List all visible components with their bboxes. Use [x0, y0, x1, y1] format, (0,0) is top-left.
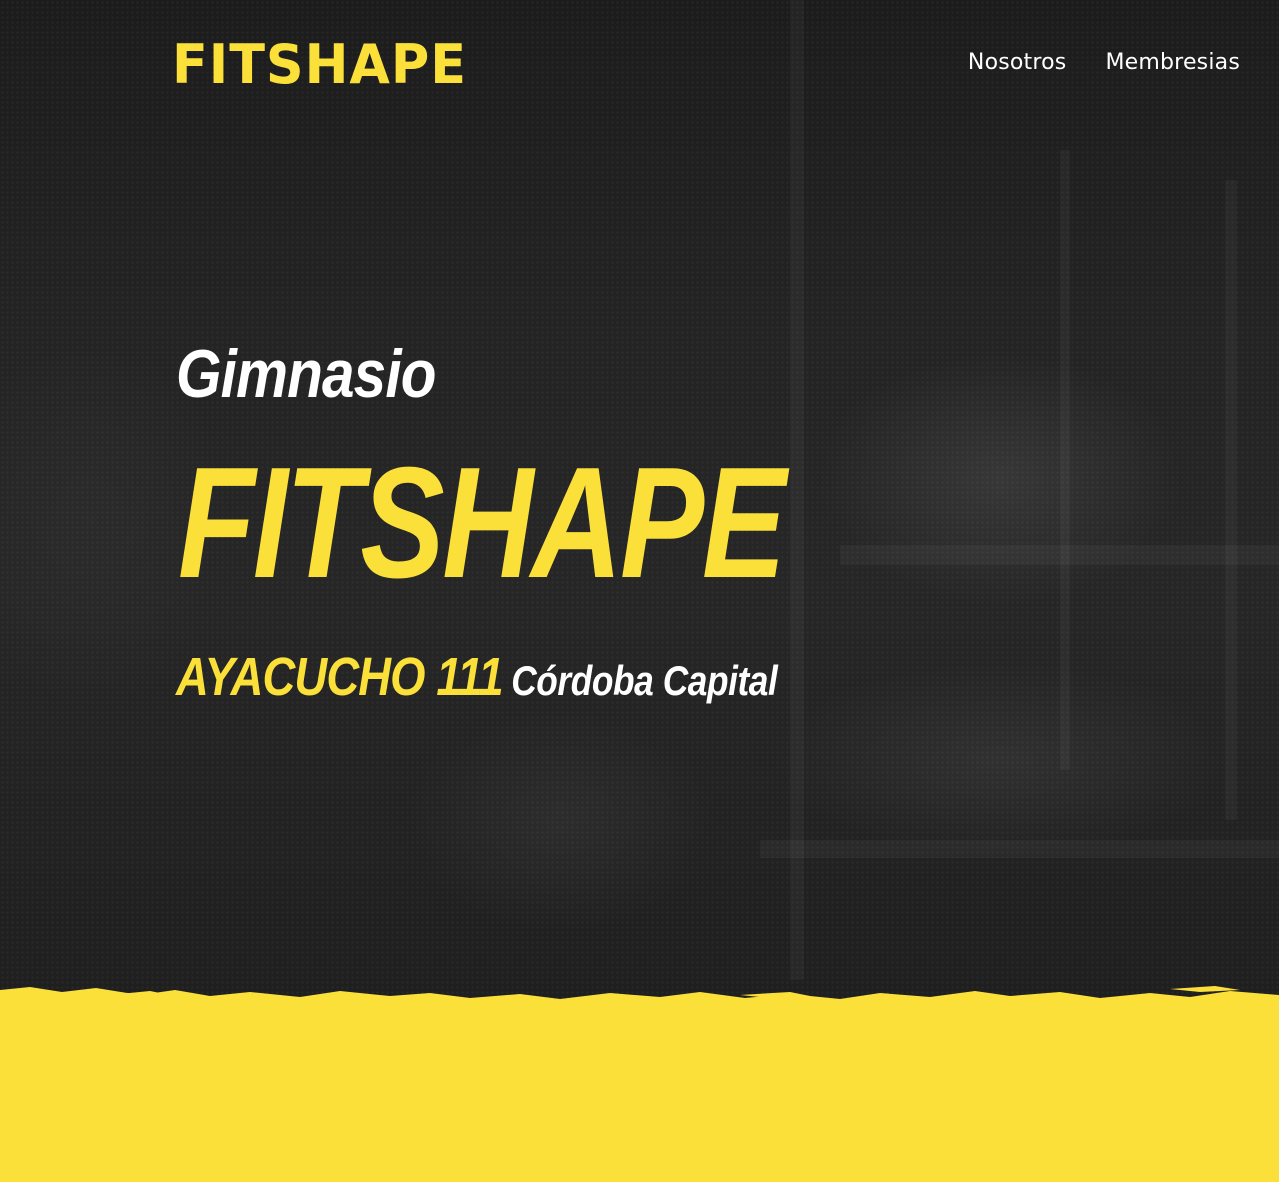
address-city: Córdoba Capital	[511, 657, 778, 704]
nav-link-membresias[interactable]: Membresias	[1105, 46, 1240, 80]
yellow-section-background	[0, 1000, 1279, 1182]
hero-subtitle: Gimnasio	[176, 336, 436, 412]
page: FITSHAPE Nosotros Membresias Gimnasio FI…	[0, 0, 1279, 1182]
main-nav: Nosotros Membresias	[968, 46, 1240, 80]
hero-address: AYACUCHO 111 Córdoba Capital	[176, 646, 778, 712]
logo[interactable]: FITSHAPE	[172, 35, 467, 95]
hero-title: FITSHAPE	[178, 435, 786, 611]
address-street: AYACUCHO 111	[176, 647, 504, 707]
nav-link-nosotros[interactable]: Nosotros	[968, 46, 1067, 80]
